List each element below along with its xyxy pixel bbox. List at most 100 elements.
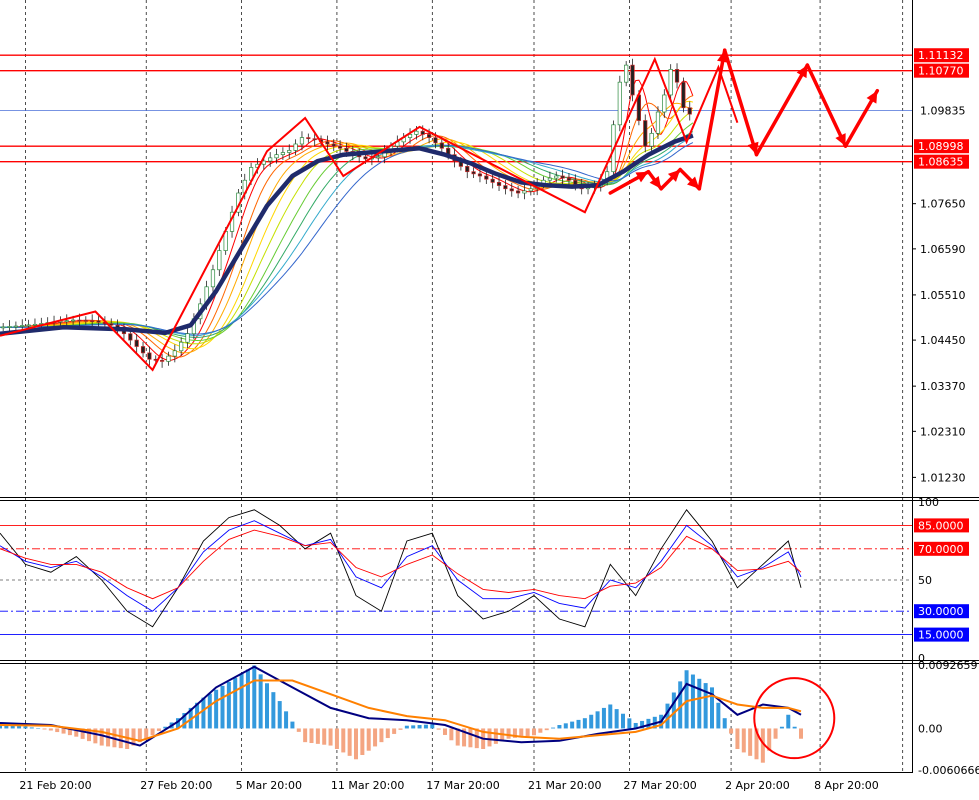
candle-body <box>554 175 559 179</box>
candle-body <box>140 346 146 354</box>
macd-histogram-bar <box>525 728 530 737</box>
macd-histogram-bar <box>468 728 473 748</box>
time-tick-label: 5 Mar 20:00 <box>236 779 302 792</box>
macd-histogram-bar <box>449 728 454 741</box>
macd-histogram-bar <box>354 728 358 760</box>
macd-histogram-bar <box>487 728 492 747</box>
time-tick-label: 21 Feb 20:00 <box>19 779 91 792</box>
level-label: 1.08998 <box>918 140 964 153</box>
macd-histogram-bar <box>595 711 600 729</box>
macd-histogram-bar <box>493 728 498 744</box>
macd-histogram-bar <box>690 674 695 729</box>
macd-histogram-bar <box>385 728 390 739</box>
macd-histogram-bar <box>716 702 721 729</box>
macd-histogram-bar <box>322 728 327 745</box>
candle-body <box>522 190 527 194</box>
macd-histogram-bar <box>303 728 308 743</box>
macd-histogram-bar <box>741 728 746 753</box>
macd-tick-label: 0.0092659 <box>918 659 978 672</box>
level-label: 1.11132 <box>918 49 964 62</box>
macd-histogram-bar <box>621 713 625 729</box>
candle-body <box>287 150 292 153</box>
candle-body <box>128 333 133 341</box>
macd-histogram-bar <box>258 674 263 729</box>
candle-body <box>71 319 76 322</box>
candle-body <box>471 171 476 175</box>
macd-histogram-bar <box>411 725 416 729</box>
macd-histogram-bar <box>29 727 34 729</box>
candle-body <box>109 323 114 326</box>
candle-body <box>64 320 69 322</box>
macd-histogram-bar <box>233 677 238 729</box>
macd-histogram-bar <box>608 704 613 729</box>
candle-body <box>160 360 165 362</box>
macd-histogram-bar <box>23 726 28 729</box>
level-label: 1.08635 <box>918 156 964 169</box>
candle-body <box>83 319 88 322</box>
macd-histogram-bar <box>315 728 320 744</box>
stoch-level-label: 70.0000 <box>918 543 964 556</box>
macd-histogram-bar <box>366 728 371 751</box>
macd-histogram-bar <box>563 723 568 729</box>
macd-histogram-bar <box>404 725 409 729</box>
time-tick-label: 8 Apr 20:00 <box>814 779 879 792</box>
candle-body <box>20 325 25 327</box>
candle-body <box>547 177 552 181</box>
macd-histogram-bar <box>36 728 41 729</box>
macd-histogram-bar <box>42 728 47 730</box>
chart-canvas[interactable]: 1.11132 1.10770 1.09835 1.08998 1.08635 1.076… <box>0 0 979 796</box>
macd-histogram-bar <box>582 718 587 729</box>
macd-histogram-bar <box>779 726 784 729</box>
macd-histogram-bar <box>245 669 250 729</box>
candle-body <box>433 137 438 144</box>
candle-body <box>662 94 667 113</box>
macd-histogram-bar <box>792 726 797 729</box>
candle-body <box>503 185 508 190</box>
candle-body <box>344 147 349 152</box>
macd-histogram-bar <box>729 728 734 734</box>
macd-histogram-bar <box>443 728 447 735</box>
candle-body <box>306 137 311 140</box>
macd-histogram-bar <box>150 728 155 736</box>
macd-histogram-bar <box>392 728 397 734</box>
candle-body <box>496 182 502 186</box>
macd-histogram-bar <box>551 727 556 729</box>
candle-body <box>210 269 216 288</box>
candle-body <box>477 173 483 177</box>
stoch-level-label: 85.0000 <box>918 519 964 532</box>
candle-body <box>7 326 12 328</box>
macd-histogram-bar <box>748 728 753 756</box>
candle-body <box>439 142 444 149</box>
level-label: 1.09835 <box>920 105 966 118</box>
macd-histogram-bar <box>430 724 435 729</box>
macd-histogram-bar <box>309 728 314 744</box>
candle-body <box>299 137 305 145</box>
candle-body <box>573 179 578 185</box>
candle-body <box>509 188 514 192</box>
macd-histogram-bar <box>252 665 257 729</box>
candle-body <box>560 175 565 179</box>
macd-histogram-bar <box>334 728 339 749</box>
macd-histogram-bar <box>48 728 53 731</box>
candle-body <box>674 69 680 83</box>
price-tick-label: 1.06590 <box>920 243 966 256</box>
candle-body <box>217 250 222 271</box>
macd-histogram-bar <box>373 728 378 747</box>
macd-histogram-bar <box>207 693 212 729</box>
time-tick-label: 27 Mar 20:00 <box>623 779 696 792</box>
candle-body <box>26 324 31 327</box>
candle-body <box>363 156 368 160</box>
price-tick-label: 1.01230 <box>920 471 966 484</box>
price-tick-label: 1.03370 <box>920 380 966 393</box>
candle-body <box>649 132 654 147</box>
stoch-level-label: 30.0000 <box>918 605 964 618</box>
trading-chart[interactable]: 1.11132 1.10770 1.09835 1.08998 1.08635 1.076… <box>0 0 979 796</box>
candle-body <box>32 323 38 326</box>
macd-histogram-bar <box>627 718 632 729</box>
candle-body <box>668 69 673 96</box>
macd-histogram-bar <box>570 721 575 729</box>
candle-body <box>134 339 139 347</box>
macd-histogram-bar <box>532 728 536 736</box>
candle-body <box>293 143 298 151</box>
candle-body <box>147 352 152 360</box>
